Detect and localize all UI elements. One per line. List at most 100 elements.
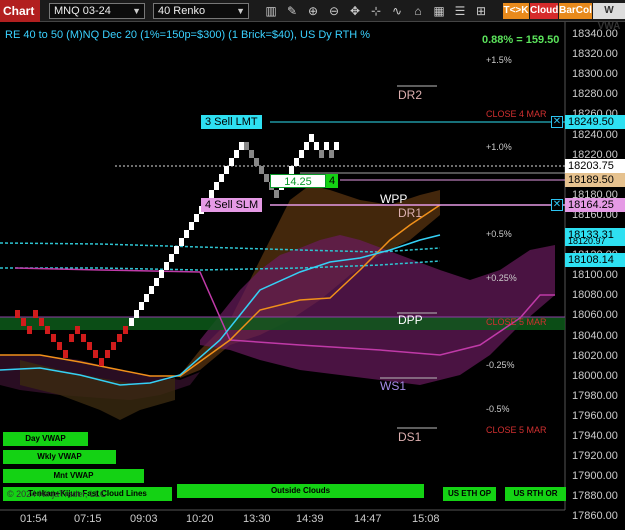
renko-brick bbox=[99, 358, 104, 366]
renko-brick bbox=[289, 166, 294, 174]
level-pct-m0-25: -0.25% bbox=[486, 360, 515, 370]
price-axis-label: 18080.00 bbox=[572, 289, 618, 302]
renko-brick bbox=[179, 238, 184, 246]
us-rth-or-button[interactable]: US RTH OR bbox=[505, 487, 566, 501]
chart-title: RE 40 to 50 (M)NQ Dec 20 (1%=150p=$300) … bbox=[5, 29, 371, 41]
price-axis-label: 17940.00 bbox=[572, 430, 618, 442]
cloud-button[interactable]: Cloud bbox=[530, 3, 558, 19]
renko-brick bbox=[105, 350, 110, 358]
crosshair-icon[interactable]: ⊹ bbox=[367, 3, 385, 19]
renko-brick bbox=[69, 334, 74, 342]
price-axis-label: 18300.00 bbox=[572, 68, 618, 81]
strategy-icon[interactable]: ⌂ bbox=[409, 3, 427, 19]
pivot-dr1: DR1 bbox=[398, 206, 423, 220]
sell-lmt-order[interactable]: 3 Sell LMT bbox=[201, 115, 262, 129]
day-vwap-button[interactable]: Day VWAP bbox=[3, 432, 88, 446]
renko-brick bbox=[33, 310, 38, 318]
renko-brick bbox=[324, 142, 329, 150]
renko-brick bbox=[334, 142, 339, 150]
lock-icon[interactable]: ⊞ bbox=[472, 3, 490, 19]
level-pct-0-5: +0.5% bbox=[486, 229, 512, 239]
renko-brick bbox=[234, 150, 239, 158]
renko-brick bbox=[189, 222, 194, 230]
outside-clouds-button[interactable]: Outside Clouds bbox=[177, 484, 424, 498]
renko-brick bbox=[134, 310, 139, 318]
dpp-band bbox=[0, 317, 565, 330]
renko-brick bbox=[239, 142, 244, 150]
close-order-icon[interactable]: ✕ bbox=[551, 199, 563, 211]
price-box-sell-slm: 18164.25 bbox=[565, 198, 625, 212]
renko-brick bbox=[87, 342, 92, 350]
renko-brick bbox=[93, 350, 98, 358]
tk-button[interactable]: T<>K bbox=[503, 3, 529, 19]
renko-brick bbox=[309, 134, 314, 142]
toolbar: Chart MNQ 03-24 ▼ 40 Renko ▼ ▥ ✎ ⊕ ⊖ ✥ ⊹… bbox=[0, 0, 625, 32]
time-label: 09:03 bbox=[130, 513, 158, 525]
price-box-vwap-2: 18120.97 bbox=[565, 238, 625, 246]
price-axis-label: 17980.00 bbox=[572, 389, 618, 402]
position-qty[interactable]: 4 bbox=[326, 174, 338, 188]
barcol-button[interactable]: BarCol bbox=[559, 3, 592, 19]
pencil-icon[interactable]: ✎ bbox=[283, 3, 301, 19]
us-eth-op-button[interactable]: US ETH OP bbox=[443, 487, 496, 501]
template-icon[interactable]: ▦ bbox=[430, 3, 448, 19]
indicator-icon[interactable]: ∿ bbox=[388, 3, 406, 19]
price-axis-label: 18060.00 bbox=[572, 309, 618, 322]
renko-brick bbox=[244, 142, 249, 150]
price-box-current: 18203.75 bbox=[565, 159, 625, 173]
renko-brick bbox=[45, 326, 50, 334]
renko-brick bbox=[329, 150, 334, 158]
watermark: © 2024 NinjaTrader, LLC bbox=[7, 489, 107, 499]
time-label: 10:20 bbox=[186, 513, 214, 525]
mnt-vwap-button[interactable]: Mnt VWAP bbox=[3, 469, 144, 483]
renko-brick bbox=[63, 350, 68, 358]
renko-brick bbox=[209, 190, 214, 198]
renko-brick bbox=[39, 318, 44, 326]
renko-brick bbox=[15, 310, 20, 318]
renko-brick bbox=[294, 158, 299, 166]
price-box-position: 18189.50 bbox=[565, 173, 625, 187]
sell-slm-order[interactable]: 4 Sell SLM bbox=[201, 198, 263, 212]
chevron-down-icon: ▼ bbox=[132, 6, 141, 16]
price-box-sell-lmt: 18249.50 bbox=[565, 115, 625, 129]
renko-brick bbox=[129, 318, 134, 326]
renko-brick bbox=[51, 334, 56, 342]
renko-brick bbox=[144, 294, 149, 302]
chart-tab[interactable]: Chart bbox=[0, 0, 40, 22]
price-axis-label: 18020.00 bbox=[572, 349, 618, 362]
price-axis-label: 18240.00 bbox=[572, 128, 618, 141]
chevron-down-icon: ▼ bbox=[236, 6, 245, 16]
wkly-vwap-button[interactable]: Wkly VWAP bbox=[3, 450, 116, 464]
renko-brick bbox=[229, 158, 234, 166]
time-label: 14:39 bbox=[296, 513, 324, 525]
renko-brick bbox=[174, 246, 179, 254]
pivot-dpp: DPP bbox=[398, 313, 423, 327]
properties-icon[interactable]: ☰ bbox=[451, 3, 469, 19]
close-4-mar-label: CLOSE 4 MAR bbox=[486, 109, 547, 119]
zoom-out-icon[interactable]: ⊖ bbox=[325, 3, 343, 19]
vwap-button[interactable]: W VWA bbox=[593, 3, 625, 32]
instrument-selector[interactable]: MNQ 03-24 ▼ bbox=[49, 3, 145, 19]
hand-icon[interactable]: ✥ bbox=[346, 3, 364, 19]
bar-type-value: 40 Renko bbox=[158, 5, 206, 17]
renko-brick bbox=[123, 326, 128, 334]
renko-brick bbox=[169, 254, 174, 262]
close-5-mar-label-b: CLOSE 5 MAR bbox=[486, 425, 547, 435]
renko-brick bbox=[139, 302, 144, 310]
renko-brick bbox=[149, 286, 154, 294]
renko-brick bbox=[249, 150, 254, 158]
renko-brick bbox=[254, 158, 259, 166]
renko-brick bbox=[304, 142, 309, 150]
renko-brick bbox=[299, 150, 304, 158]
zoom-in-icon[interactable]: ⊕ bbox=[304, 3, 322, 19]
level-pct-0-25: +0.25% bbox=[486, 273, 517, 283]
price-box-vwap-3: 18108.14 bbox=[565, 253, 625, 267]
pivot-ws1: WS1 bbox=[380, 379, 407, 393]
time-label: 14:47 bbox=[354, 513, 382, 525]
renko-brick bbox=[214, 182, 219, 190]
bar-type-selector[interactable]: 40 Renko ▼ bbox=[153, 3, 249, 19]
position-price[interactable]: 14.25 bbox=[270, 174, 326, 188]
price-axis-label: 18040.00 bbox=[572, 329, 618, 342]
close-order-icon[interactable]: ✕ bbox=[551, 116, 563, 128]
bar-chart-icon[interactable]: ▥ bbox=[262, 3, 280, 19]
